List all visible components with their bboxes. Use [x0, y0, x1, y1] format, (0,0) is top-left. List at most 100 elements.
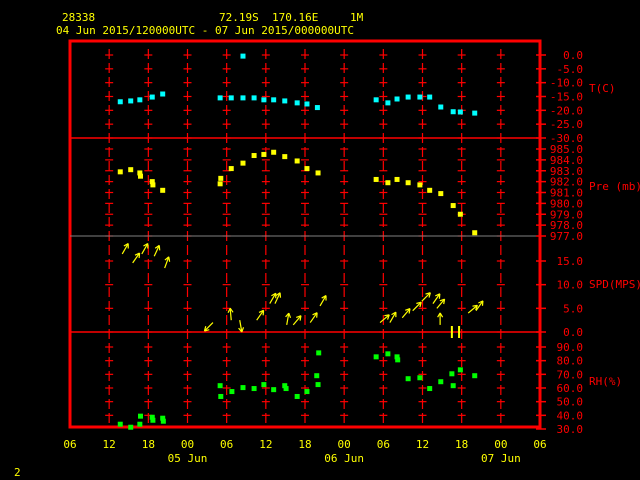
wind-arrow: [412, 301, 422, 312]
wind-arrow: [238, 320, 245, 333]
pressure-point: [450, 203, 456, 209]
pressure-point: [218, 175, 224, 181]
temperature-point: [417, 94, 423, 100]
x-tick-label: 18: [298, 438, 311, 451]
relative_humidity-point: [385, 351, 391, 357]
pressure-point: [373, 176, 379, 182]
relative_humidity-point: [449, 371, 455, 377]
relative_humidity-point: [160, 418, 166, 424]
page-number: 2: [14, 466, 21, 479]
relative_humidity-point: [316, 350, 322, 356]
temperature-point: [282, 98, 288, 104]
data-marks: [117, 53, 484, 430]
temperature-point: [137, 97, 143, 103]
x-tick-label: 06: [377, 438, 390, 451]
pressure-point: [261, 151, 267, 157]
relative_humidity-tick-label: 80.0: [557, 355, 584, 368]
wind-arrow: [421, 292, 431, 302]
relative_humidity-point: [229, 389, 235, 395]
wind-arrow: [467, 304, 478, 314]
relative_humidity-tick-label: 70.0: [557, 368, 584, 381]
temperature-axis-label: T(C): [589, 82, 616, 95]
wind-arrow: [164, 256, 171, 269]
relative_humidity-point: [218, 393, 224, 399]
x-tick-label: 00: [494, 438, 507, 451]
relative_humidity-point: [395, 357, 401, 363]
pressure-point: [394, 176, 400, 182]
relative_humidity-tick-label: 40.0: [557, 409, 584, 422]
relative_humidity-tick-label: 30.0: [557, 423, 584, 436]
relative_humidity-point: [283, 386, 289, 392]
pressure-point: [128, 167, 134, 173]
x-tick-label: 00: [338, 438, 351, 451]
pressure-point: [150, 182, 156, 188]
temperature-point: [261, 97, 267, 103]
relative_humidity-tick-label: 50.0: [557, 396, 584, 409]
time-range: 04 Jun 2015/120000UTC - 07 Jun 2015/0000…: [56, 24, 354, 37]
date-label: 06 Jun: [324, 452, 364, 465]
temperature-point: [385, 100, 391, 106]
wind-arrow: [256, 309, 265, 321]
wind-arrow: [141, 242, 149, 255]
wind-arrow: [379, 314, 390, 323]
pressure-point: [304, 166, 310, 172]
wind-arrow: [203, 322, 214, 332]
relative_humidity-point: [427, 386, 433, 392]
relative_humidity-point: [137, 421, 143, 427]
pressure-point: [117, 169, 123, 175]
relative_humidity-point: [117, 421, 123, 427]
relative_humidity-axis-label: RH(%): [589, 375, 622, 388]
date-label: 05 Jun: [168, 452, 208, 465]
relative_humidity-point: [314, 373, 320, 379]
pressure-point: [427, 187, 433, 193]
wind-arrow: [121, 242, 129, 255]
temperature-point: [240, 95, 246, 101]
temperature-tick-label: -10.0: [550, 77, 583, 90]
wind-arrow: [269, 292, 277, 304]
pressure-point: [405, 180, 411, 186]
pressure-point: [385, 180, 391, 186]
x-tick-label: 06: [220, 438, 233, 451]
temperature-point: [472, 110, 478, 116]
relative_humidity-point: [373, 354, 379, 360]
temperature-point: [128, 98, 134, 104]
wind-arrow: [432, 293, 441, 304]
wind-arrow-head: [472, 304, 478, 307]
wind-arrow: [389, 311, 397, 323]
wind_speed-tick-label: 15.0: [557, 255, 584, 268]
temperature-tick-label: -5.0: [557, 63, 584, 76]
pressure-point: [160, 187, 166, 193]
relative_humidity-tick-label: 90.0: [557, 341, 584, 354]
temperature-point: [394, 96, 400, 102]
wind_speed-axis-label: SPD(MPS): [589, 278, 640, 291]
pressure-point: [457, 211, 463, 217]
pressure-point: [417, 182, 423, 188]
wind-arrow: [285, 312, 292, 326]
wind-arrow: [401, 308, 411, 319]
temperature-point: [228, 95, 234, 101]
pressure-point: [271, 149, 277, 155]
relative_humidity-point: [240, 385, 246, 391]
pressure-point: [217, 181, 223, 187]
wind-arrow: [292, 315, 302, 326]
wind_speed-tick-label: 5.0: [563, 302, 583, 315]
temperature-point: [450, 109, 456, 115]
pressure-point: [138, 173, 143, 179]
pressure-point: [251, 153, 257, 159]
latitude: 72.19S: [219, 11, 259, 24]
relative_humidity-point: [150, 417, 156, 423]
relative_humidity-point: [217, 383, 223, 389]
pressure-tick-label: 977.0: [550, 230, 583, 243]
pressure-point: [315, 170, 321, 176]
pressure-point: [240, 160, 246, 166]
relative_humidity-point: [457, 367, 463, 373]
temperature-point: [373, 97, 379, 103]
temperature-point: [457, 109, 463, 115]
relative_humidity-point: [417, 375, 423, 381]
temperature-tick-label: -15.0: [550, 91, 583, 104]
longitude: 170.16E: [272, 11, 318, 24]
relative_humidity-point: [138, 413, 143, 419]
pressure-axis-label: Pre (mb): [589, 180, 640, 193]
x-tick-label: 12: [416, 438, 429, 451]
temperature-tick-label: -25.0: [550, 118, 583, 131]
